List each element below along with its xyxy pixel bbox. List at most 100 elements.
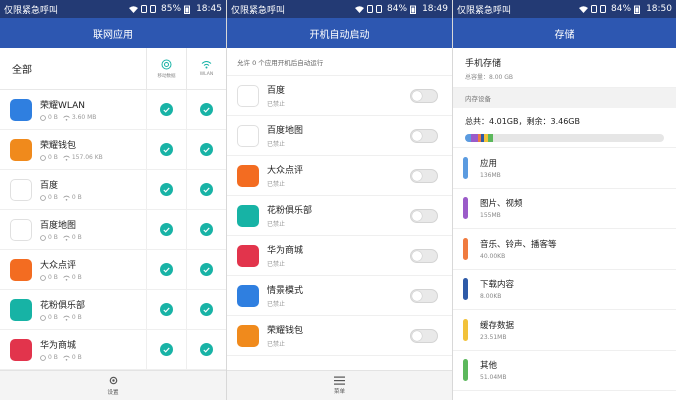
- storage-summary: 总共：4.01GB，剩余：3.46GB: [453, 108, 676, 148]
- wifi-usage: 0 B: [71, 274, 82, 281]
- check-icon: [200, 263, 213, 276]
- toggle-knob: [412, 250, 422, 261]
- category-color-swatch: [463, 156, 468, 179]
- storage-category-row[interactable]: 下载内容 8.00KB: [453, 270, 676, 310]
- storage-category-row[interactable]: 缓存数据 23.51MB: [453, 310, 676, 351]
- autostart-row[interactable]: 荣耀钱包 已禁止: [227, 316, 452, 356]
- app-name: 百度: [40, 181, 59, 191]
- app-row[interactable]: 百度 0 B 0 B: [0, 170, 226, 210]
- wlan-checkbox[interactable]: [186, 130, 226, 169]
- storage-category-list: 应用 136MB 图片、视频 155MB 音乐、铃声、播客等 40.00KB 下载内容 8.0…: [453, 148, 676, 391]
- wlan-column-header[interactable]: WLAN: [186, 48, 226, 89]
- phone-storage-item[interactable]: 手机存储 总容量：8.00 GB: [453, 48, 676, 88]
- wlan-checkbox[interactable]: [186, 250, 226, 289]
- autostart-row[interactable]: 百度地图 已禁止: [227, 116, 452, 156]
- mobile-data-checkbox[interactable]: [146, 330, 186, 369]
- category-size: 155MB: [480, 212, 501, 220]
- app-icon: [237, 84, 259, 107]
- check-icon: [200, 183, 213, 196]
- usage-segment-media: [470, 134, 478, 142]
- app-row[interactable]: 荣耀WLAN 0 B 3.60 MB: [0, 90, 226, 130]
- mobile-data-checkbox[interactable]: [146, 250, 186, 289]
- menu-bar[interactable]: 菜单: [227, 370, 452, 400]
- battery-percent: 85%: [161, 4, 182, 14]
- autostart-toggle[interactable]: [410, 208, 438, 223]
- app-row[interactable]: 华为商城 0 B 0 B: [0, 330, 226, 370]
- mobile-data-checkbox[interactable]: [146, 290, 186, 329]
- autostart-toggle[interactable]: [410, 168, 438, 183]
- autostart-status: 已禁止: [267, 141, 286, 148]
- battery-icon: [184, 5, 191, 14]
- autostart-toggle[interactable]: [410, 88, 438, 103]
- wlan-icon: [63, 195, 70, 201]
- check-icon: [160, 103, 173, 116]
- app-row[interactable]: 荣耀钱包 0 B 157.06 KB: [0, 130, 226, 170]
- wlan-checkbox[interactable]: [186, 90, 226, 129]
- all-apps-label: 全部: [12, 65, 32, 76]
- autostart-toggle[interactable]: [410, 128, 438, 143]
- autostart-row[interactable]: 华为商城 已禁止: [227, 236, 452, 276]
- category-size: 23.51MB: [480, 333, 507, 341]
- autostart-row[interactable]: 大众点评 已禁止: [227, 156, 452, 196]
- category-color-swatch: [463, 197, 468, 220]
- check-icon: [160, 263, 173, 276]
- wlan-checkbox[interactable]: [186, 330, 226, 369]
- phone-storage-total: 总容量：8.00 GB: [465, 74, 514, 81]
- wlan-label: WLAN: [199, 72, 214, 77]
- autostart-toggle[interactable]: [410, 248, 438, 263]
- app-icon: [10, 258, 32, 281]
- wlan-checkbox[interactable]: [186, 290, 226, 329]
- check-icon: [200, 343, 213, 356]
- mobile-data-column-header[interactable]: 移动数据: [146, 48, 186, 89]
- category-name: 应用: [480, 158, 498, 169]
- app-name: 荣耀钱包: [40, 141, 77, 151]
- wlan-checkbox[interactable]: [186, 210, 226, 249]
- sim-icon-2: [150, 5, 157, 13]
- clock: 18:45: [196, 4, 222, 14]
- storage-category-row[interactable]: 其他 51.04MB: [453, 351, 676, 391]
- mobile-usage: 0 B: [48, 154, 58, 161]
- autostart-row[interactable]: 花粉俱乐部 已禁止: [227, 196, 452, 236]
- check-icon: [200, 143, 213, 156]
- mobile-data-checkbox[interactable]: [146, 170, 186, 209]
- app-row[interactable]: 花粉俱乐部 0 B 0 B: [0, 290, 226, 330]
- data-usage: 0 B 3.60 MB: [40, 114, 146, 121]
- storage-category-row[interactable]: 图片、视频 155MB: [453, 189, 676, 229]
- app-icon: [237, 244, 259, 267]
- category-name: 缓存数据: [480, 320, 515, 331]
- app-icon: [10, 138, 32, 161]
- app-row[interactable]: 大众点评 0 B 0 B: [0, 250, 226, 290]
- mobile-data-checkbox[interactable]: [146, 90, 186, 129]
- app-name: 百度地图: [40, 221, 77, 231]
- app-name: 荣耀WLAN: [40, 101, 86, 111]
- mobile-usage: 0 B: [48, 194, 58, 201]
- app-row[interactable]: 百度地图 0 B 0 B: [0, 210, 226, 250]
- menu-label: 菜单: [333, 389, 345, 395]
- check-icon: [200, 103, 213, 116]
- mobile-data-checkbox[interactable]: [146, 210, 186, 249]
- storage-category-row[interactable]: 音乐、铃声、播客等 40.00KB: [453, 229, 676, 270]
- sim-icon-2: [376, 5, 383, 13]
- storage-category-row[interactable]: 应用 136MB: [453, 148, 676, 189]
- mobile-data-checkbox[interactable]: [146, 130, 186, 169]
- autostart-row[interactable]: 情景模式 已禁止: [227, 276, 452, 316]
- settings-bar[interactable]: 设置: [0, 370, 226, 400]
- app-name: 情景模式: [267, 286, 304, 296]
- autostart-toggle[interactable]: [410, 288, 438, 303]
- carrier-text: 仅限紧急呼叫: [231, 5, 286, 16]
- app-name: 华为商城: [40, 341, 77, 351]
- autostart-toggle[interactable]: [410, 328, 438, 343]
- toggle-knob: [412, 90, 422, 101]
- mobile-data-icon: [161, 59, 172, 69]
- autostart-row[interactable]: 百度 已禁止: [227, 76, 452, 116]
- phone-storage-title: 手机存储: [465, 59, 502, 69]
- network-app-list: 荣耀WLAN 0 B 3.60 MB 荣耀钱包 0 B 157.06 KB 百度 0 B0 B…: [0, 90, 226, 370]
- storage-usage-bar: [465, 134, 664, 142]
- wifi-usage: 0 B: [71, 314, 82, 321]
- storage-summary-text: 总共：4.01GB，剩余：3.46GB: [465, 117, 580, 126]
- mobile-data-icon: [40, 154, 46, 161]
- toggle-knob: [412, 330, 422, 341]
- mobile-data-icon: [40, 114, 46, 121]
- wlan-checkbox[interactable]: [186, 170, 226, 209]
- category-color-swatch: [463, 278, 468, 301]
